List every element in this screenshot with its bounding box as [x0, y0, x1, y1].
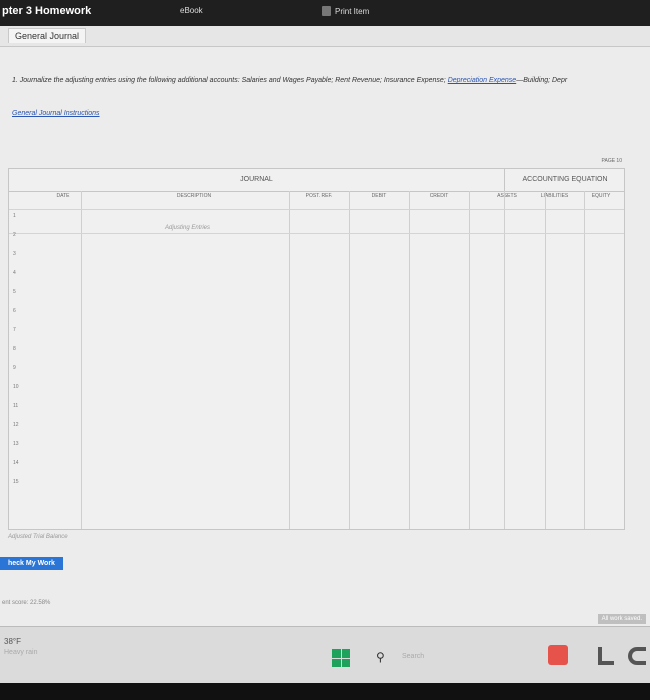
screen: pter 3 Homework eBook Print Item General…	[0, 0, 650, 700]
instructions-tail: —Building; Depr	[516, 77, 568, 84]
print-item-button[interactable]: Print Item	[322, 6, 369, 16]
app-icon[interactable]	[628, 647, 646, 665]
column-divider	[469, 191, 470, 529]
column-divider	[545, 191, 546, 529]
current-score: ent score: 22.58%	[2, 600, 51, 606]
taskbar-search[interactable]: Search	[402, 653, 424, 660]
accounting-equation-header: ACCOUNTING EQUATION	[504, 169, 625, 192]
row-number: 15	[13, 479, 19, 485]
general-journal-instructions-link[interactable]: General Journal Instructions	[12, 110, 100, 117]
instructions-text: 1. Journalize the adjusting entries usin…	[12, 77, 650, 84]
column-credit: CREDIT	[429, 193, 449, 199]
bottom-bar	[0, 683, 650, 700]
weather-temp: 38°F	[4, 637, 21, 646]
row-number: 4	[13, 270, 16, 276]
app-icon[interactable]	[598, 647, 614, 665]
column-equity: EQUITY	[591, 193, 611, 199]
journal-header: JOURNAL	[9, 169, 504, 192]
save-status: All work saved.	[597, 614, 646, 624]
column-divider	[81, 191, 82, 529]
row-number: 3	[13, 251, 16, 257]
row-divider	[9, 233, 624, 234]
check-my-work-button[interactable]: heck My Work	[0, 557, 63, 570]
search-icon[interactable]: ⚲	[376, 650, 385, 664]
journal-table: JOURNAL ACCOUNTING EQUATION DATE DESCRIP…	[8, 168, 625, 530]
top-bar: pter 3 Homework eBook Print Item	[0, 0, 650, 26]
column-assets: ASSETS	[497, 193, 517, 199]
print-item-label: Print Item	[335, 6, 370, 16]
column-liabilities: LIABILITIES	[540, 193, 569, 199]
column-date: DATE	[56, 193, 70, 199]
windows-start-icon[interactable]	[332, 649, 350, 667]
column-divider	[584, 191, 585, 529]
row-number: 2	[13, 232, 16, 238]
column-divider	[409, 191, 410, 529]
column-description: DESCRIPTION	[176, 193, 212, 199]
column-debit: DEBIT	[371, 193, 387, 199]
row-number: 13	[13, 441, 19, 447]
column-divider	[289, 191, 290, 529]
row-number: 8	[13, 346, 16, 352]
adjusting-entries-label: Adjusting Entries	[165, 225, 211, 231]
app-icon[interactable]	[548, 645, 568, 665]
column-divider	[349, 191, 350, 529]
print-icon	[322, 6, 331, 16]
row-number: 12	[13, 422, 19, 428]
row-number: 9	[13, 365, 16, 371]
row-number: 5	[13, 289, 16, 295]
tab-row: General Journal	[0, 26, 650, 47]
weather-condition: Heavy rain	[4, 649, 38, 656]
row-number: 11	[13, 403, 19, 409]
adjusted-trial-balance-tab[interactable]: Adjusted Trial Balance	[8, 534, 68, 540]
column-divider	[504, 191, 505, 529]
depreciation-expense-link[interactable]: Depreciation Expense	[448, 77, 517, 84]
row-number: 10	[13, 384, 19, 390]
header-divider	[9, 209, 624, 210]
instructions-main: 1. Journalize the adjusting entries usin…	[12, 77, 448, 84]
row-number: 7	[13, 327, 16, 333]
row-number: 14	[13, 460, 19, 466]
column-post-ref: POST. REF.	[305, 193, 333, 199]
ebook-link[interactable]: eBook	[180, 6, 203, 15]
row-number: 1	[13, 213, 16, 219]
assignment-title: pter 3 Homework	[2, 5, 92, 17]
page-number: PAGE 10	[601, 158, 622, 164]
tab-general-journal[interactable]: General Journal	[8, 28, 87, 43]
row-number: 6	[13, 308, 16, 314]
